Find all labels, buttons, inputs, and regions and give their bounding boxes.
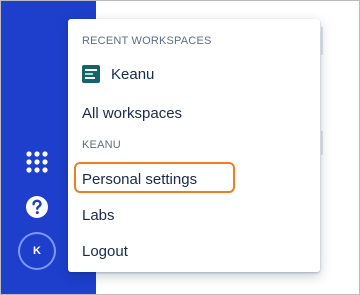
user-section-header: KEANU xyxy=(82,139,121,151)
user-avatar[interactable]: K xyxy=(22,236,52,266)
personal-settings-highlight xyxy=(74,162,235,193)
background-divider xyxy=(321,27,323,55)
labs-link[interactable]: Labs xyxy=(82,207,115,224)
workspace-item-keanu[interactable]: Keanu xyxy=(82,65,154,83)
help-question-icon[interactable] xyxy=(24,194,50,220)
workspace-icon xyxy=(82,65,100,83)
workspace-name: Keanu xyxy=(111,65,155,83)
recent-workspaces-header: RECENT WORKSPACES xyxy=(82,35,212,47)
apps-grid-icon[interactable] xyxy=(24,149,50,175)
background-divider xyxy=(321,131,323,155)
logout-link[interactable]: Logout xyxy=(82,243,128,260)
app-frame: K RECENT WORKSPACES Keanu All workspaces… xyxy=(0,0,360,295)
all-workspaces-link[interactable]: All workspaces xyxy=(82,105,182,122)
account-dropdown-menu: RECENT WORKSPACES Keanu All workspaces K… xyxy=(68,19,320,272)
